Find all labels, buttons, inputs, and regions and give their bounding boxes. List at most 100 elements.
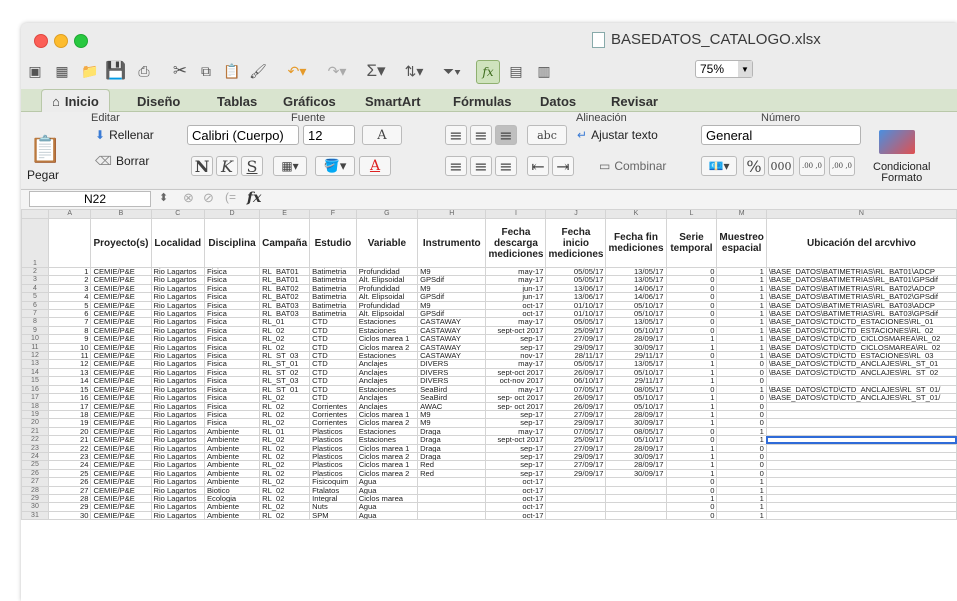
cell[interactable]: RL_BAT02 (259, 283, 311, 294)
cell[interactable]: RL_BAT02 (259, 292, 311, 302)
cell[interactable]: oct-17 (485, 502, 547, 512)
cell[interactable]: Fisica (203, 275, 261, 285)
cell[interactable]: 1 (716, 384, 767, 395)
cell[interactable]: 27/09/17 (545, 443, 607, 453)
cell[interactable]: RL_ST_02 (259, 367, 311, 378)
cell[interactable]: 0 (665, 351, 718, 361)
cell[interactable]: 1 (716, 510, 767, 521)
cell[interactable]: 13/05/17 (605, 359, 667, 369)
cell[interactable]: CEMIE/P&E (90, 359, 152, 369)
cell[interactable]: sep- oct 2017 (485, 401, 547, 411)
gallery-icon[interactable]: ▦ (51, 60, 73, 82)
cell[interactable]: Rio Lagartos (150, 510, 205, 521)
cell[interactable]: 0 (665, 292, 718, 302)
cell[interactable]: Ftalatos (309, 485, 357, 495)
cell[interactable] (545, 510, 607, 521)
cell[interactable]: Nuts (309, 502, 357, 512)
cell[interactable]: CEMIE/P&E (90, 317, 152, 327)
header-cell[interactable]: Disciplina (203, 218, 261, 268)
column-header[interactable]: E (259, 209, 311, 219)
cell[interactable]: Rio Lagartos (150, 409, 205, 420)
font-grow-button[interactable]: A (362, 125, 402, 145)
row-header[interactable]: 28 (21, 485, 49, 495)
number-format-select[interactable]: General (701, 125, 861, 145)
cell[interactable]: 0 (665, 384, 718, 395)
row-header[interactable]: 20 (21, 418, 49, 428)
cell[interactable]: Profundidad (355, 300, 419, 311)
cell[interactable]: Red (417, 468, 487, 479)
cell[interactable] (765, 409, 957, 420)
cell[interactable]: Rio Lagartos (150, 334, 205, 344)
cell[interactable]: CTD (309, 317, 357, 327)
cell[interactable]: Rio Lagartos (150, 351, 205, 361)
cell[interactable]: 22 (47, 443, 92, 453)
align-left-icon[interactable]: ≡ (445, 156, 467, 176)
cell[interactable]: RL_02 (259, 443, 311, 453)
cell[interactable]: CEMIE/P&E (90, 401, 152, 411)
insert-function-button[interactable]: fx (247, 190, 261, 206)
cell[interactable]: Rio Lagartos (150, 460, 205, 470)
cell[interactable]: Anclajes (355, 359, 419, 369)
cell[interactable]: Anclajes (355, 367, 419, 378)
cell[interactable] (765, 451, 957, 462)
cell[interactable] (765, 485, 957, 495)
cell[interactable]: 15 (47, 384, 92, 395)
cell[interactable]: Biotico (203, 485, 261, 495)
cell[interactable]: Rio Lagartos (150, 393, 205, 403)
cell[interactable]: 29/11/17 (605, 351, 667, 361)
cell[interactable]: RL_02 (259, 325, 311, 336)
cell[interactable]: 1 (716, 485, 767, 495)
cell[interactable]: \BASE_DATOS\CTD\CTD_ESTACIONES\RL_03 (765, 351, 957, 361)
align-right-icon[interactable]: ≡ (495, 156, 517, 176)
cell[interactable]: Ambiente (203, 451, 261, 462)
cell[interactable]: 1 (665, 443, 718, 453)
cell[interactable]: M9 (417, 283, 487, 294)
cell[interactable] (605, 510, 667, 521)
cell[interactable]: \BASE_DATOS\BATIMETRIAS\RL_BAT02\ADCP (765, 283, 957, 294)
cell[interactable]: Ambiente (203, 477, 261, 487)
cell[interactable]: CTD (309, 351, 357, 361)
cell[interactable]: Rio Lagartos (150, 477, 205, 487)
cell[interactable]: DIVERS (417, 367, 487, 378)
cell[interactable]: 6 (47, 309, 92, 319)
header-cell[interactable]: Proyecto(s) (90, 218, 152, 268)
cell[interactable]: Draga (417, 443, 487, 453)
decrease-decimal-button[interactable]: ,00 ,0 (829, 156, 855, 176)
header-cell[interactable]: Serie temporal (665, 218, 718, 268)
cell[interactable]: may-17 (485, 426, 547, 437)
cell[interactable] (417, 493, 487, 504)
header-cell[interactable]: Instrumento (417, 218, 487, 268)
cell[interactable]: Ciclos marea (355, 493, 419, 504)
row-header[interactable]: 10 (21, 334, 49, 344)
cell[interactable]: \BASE_DATOS\CTD\CTD_CICLOSMAREA\RL_02 (765, 334, 957, 344)
cell[interactable]: Integral (309, 493, 357, 504)
cell[interactable]: \BASE_DATOS\CTD\CTD_ANCLAJES\RL_ST_01 (765, 359, 957, 369)
header-cell[interactable]: Estudio (309, 218, 357, 268)
row-header[interactable]: 23 (21, 443, 49, 453)
cell[interactable]: Rio Lagartos (150, 342, 205, 353)
cell[interactable]: GPSdif (417, 275, 487, 285)
cell[interactable]: 0 (665, 309, 718, 319)
row-header[interactable]: 6 (21, 300, 49, 311)
row-header[interactable]: 11 (21, 342, 49, 353)
cell[interactable]: CEMIE/P&E (90, 426, 152, 437)
tab-datos[interactable]: Datos (540, 91, 576, 111)
cell[interactable]: Rio Lagartos (150, 359, 205, 369)
cell[interactable]: Fisica (203, 418, 261, 428)
cell[interactable]: CTD (309, 376, 357, 386)
cell[interactable]: Fisicoquim (309, 477, 357, 487)
cell[interactable]: Rio Lagartos (150, 300, 205, 311)
cell[interactable]: CEMIE/P&E (90, 325, 152, 336)
toolbox-icon[interactable]: ▥ (533, 60, 555, 82)
cell[interactable]: 06/10/17 (545, 376, 607, 386)
cell[interactable]: sep-17 (485, 409, 547, 420)
cell[interactable]: may-17 (485, 317, 547, 327)
cell[interactable]: CEMIE/P&E (90, 443, 152, 453)
cell[interactable]: Rio Lagartos (150, 266, 205, 277)
paste-icon[interactable]: 📋 (221, 60, 243, 82)
cell[interactable]: 1 (665, 493, 718, 504)
cell[interactable]: Rio Lagartos (150, 317, 205, 327)
cell[interactable]: 05/05/17 (545, 317, 607, 327)
cell[interactable] (765, 435, 957, 445)
column-header[interactable]: N (765, 209, 957, 219)
